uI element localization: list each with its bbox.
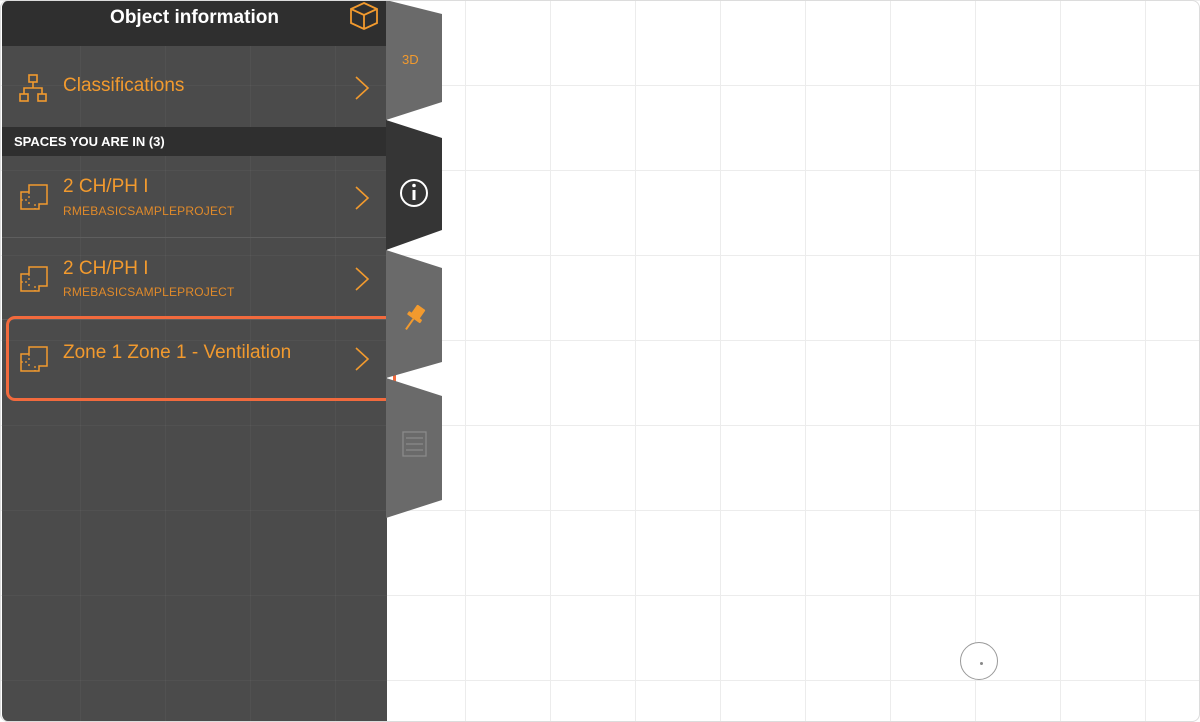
space-title: 2 CH/PH I: [63, 258, 149, 279]
spaces-section-label: SPACES YOU ARE IN (3): [14, 134, 165, 149]
side-tabs: [386, 0, 444, 560]
panel-header: Object information: [2, 0, 387, 46]
chevron-right-icon: [355, 267, 370, 291]
tab-list[interactable]: [386, 378, 442, 518]
3d-icon: 3D: [402, 52, 419, 67]
floorplan-icon: [20, 266, 48, 292]
cube-icon[interactable]: [347, 0, 381, 32]
highlight-box: [6, 316, 396, 401]
compass-target[interactable]: [960, 642, 998, 680]
space-item[interactable]: 2 CH/PH I RMEBASICSAMPLEPROJECT: [2, 156, 387, 237]
chevron-right-icon: [355, 76, 370, 100]
space-title: 2 CH/PH I: [63, 176, 149, 197]
target-dot: [980, 662, 983, 665]
space-subtitle: RMEBASICSAMPLEPROJECT: [63, 204, 235, 218]
spaces-section-header: SPACES YOU ARE IN (3): [2, 127, 387, 156]
classifications-label: Classifications: [63, 75, 185, 96]
chevron-right-icon: [355, 186, 370, 210]
classifications-item[interactable]: Classifications: [2, 60, 387, 116]
panel-title: Object information: [110, 7, 279, 28]
space-subtitle: RMEBASICSAMPLEPROJECT: [63, 285, 235, 299]
space-item[interactable]: 2 CH/PH I RMEBASICSAMPLEPROJECT: [2, 238, 387, 319]
hierarchy-icon: [19, 74, 47, 102]
floorplan-icon: [20, 184, 48, 210]
